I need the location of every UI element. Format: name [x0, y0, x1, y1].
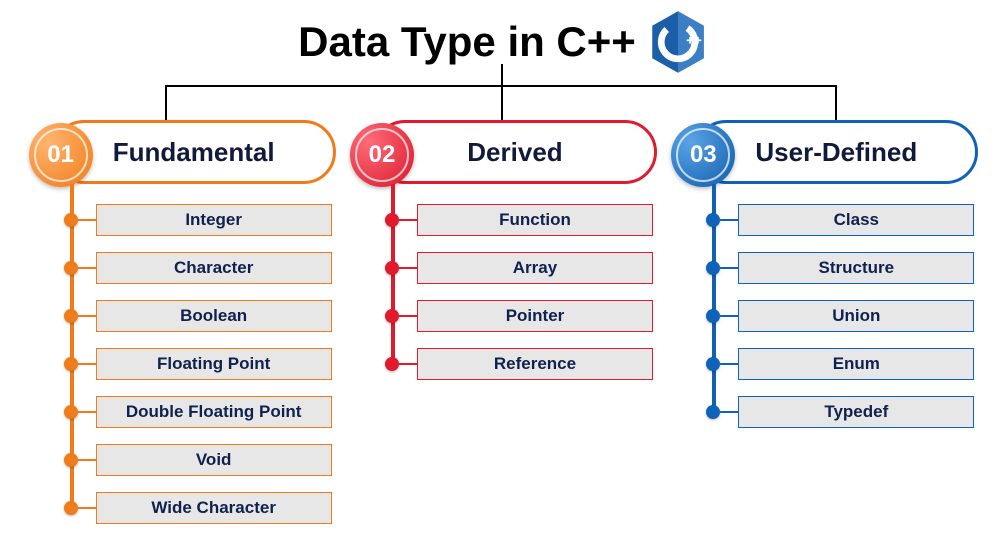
bullet-connector: [399, 219, 417, 221]
connector-line: [835, 85, 837, 125]
list-item: Array: [347, 250, 657, 286]
bullet-connector: [720, 411, 738, 413]
item-label: Floating Point: [96, 348, 332, 380]
item-label: Void: [96, 444, 332, 476]
item-label: Double Floating Point: [96, 396, 332, 428]
item-label: Array: [417, 252, 653, 284]
category-number-badge: 03: [671, 123, 735, 187]
bullet-icon: [64, 213, 78, 227]
list-item: Reference: [347, 346, 657, 382]
columns-container: 01 Fundamental Integer Character Boolean…: [0, 120, 1004, 526]
list-item: Void: [26, 442, 336, 478]
bullet-icon: [64, 405, 78, 419]
bullet-connector: [78, 363, 96, 365]
bullet-connector: [720, 363, 738, 365]
bullet-icon: [385, 309, 399, 323]
item-list: Class Structure Union Enum Typedef: [668, 202, 978, 430]
category-number-badge: 02: [350, 123, 414, 187]
bullet-connector: [78, 315, 96, 317]
list-item: Enum: [668, 346, 978, 382]
list-item: Class: [668, 202, 978, 238]
bullet-icon: [385, 261, 399, 275]
category-derived: 02 Derived Function Array Pointer Refere…: [347, 120, 657, 526]
list-item: Structure: [668, 250, 978, 286]
list-item: Function: [347, 202, 657, 238]
bullet-icon: [64, 357, 78, 371]
list-item: Pointer: [347, 298, 657, 334]
bullet-icon: [64, 501, 78, 515]
bullet-connector: [399, 267, 417, 269]
bullet-connector: [78, 411, 96, 413]
item-label: Reference: [417, 348, 653, 380]
item-label: Union: [738, 300, 974, 332]
item-label: Pointer: [417, 300, 653, 332]
category-pill: 03 User-Defined: [694, 120, 978, 184]
item-label: Structure: [738, 252, 974, 284]
list-item: Union: [668, 298, 978, 334]
item-label: Character: [96, 252, 332, 284]
item-label: Integer: [96, 204, 332, 236]
bullet-icon: [385, 357, 399, 371]
cpp-logo-icon: [650, 10, 706, 74]
bullet-connector: [399, 363, 417, 365]
list-item: Integer: [26, 202, 336, 238]
bullet-connector: [720, 219, 738, 221]
bullet-connector: [78, 267, 96, 269]
item-label: Typedef: [738, 396, 974, 428]
bullet-icon: [385, 213, 399, 227]
bullet-icon: [706, 309, 720, 323]
bullet-icon: [64, 453, 78, 467]
bullet-connector: [78, 459, 96, 461]
connector-line: [501, 64, 503, 86]
connector-line: [501, 85, 503, 125]
bullet-connector: [78, 219, 96, 221]
list-item: Boolean: [26, 298, 336, 334]
item-label: Enum: [738, 348, 974, 380]
bullet-icon: [706, 213, 720, 227]
diagram-title: Data Type in C++: [298, 18, 636, 66]
category-label: Fundamental: [113, 137, 275, 168]
bullet-icon: [64, 309, 78, 323]
item-label: Function: [417, 204, 653, 236]
bullet-icon: [706, 405, 720, 419]
item-label: Boolean: [96, 300, 332, 332]
bullet-connector: [720, 267, 738, 269]
item-label: Wide Character: [96, 492, 332, 524]
category-label: User-Defined: [755, 137, 917, 168]
item-list: Integer Character Boolean Floating Point…: [26, 202, 336, 526]
connector-line: [165, 85, 167, 125]
category-pill: 02 Derived: [373, 120, 657, 184]
bullet-icon: [706, 261, 720, 275]
bullet-connector: [78, 507, 96, 509]
bullet-icon: [64, 261, 78, 275]
bullet-connector: [720, 315, 738, 317]
category-label: Derived: [467, 137, 562, 168]
list-item: Wide Character: [26, 490, 336, 526]
category-number-badge: 01: [29, 123, 93, 187]
bullet-connector: [399, 315, 417, 317]
bullet-icon: [706, 357, 720, 371]
list-item: Double Floating Point: [26, 394, 336, 430]
list-item: Floating Point: [26, 346, 336, 382]
list-item: Character: [26, 250, 336, 286]
category-user-defined: 03 User-Defined Class Structure Union En…: [668, 120, 978, 526]
item-label: Class: [738, 204, 974, 236]
list-item: Typedef: [668, 394, 978, 430]
category-fundamental: 01 Fundamental Integer Character Boolean…: [26, 120, 336, 526]
category-pill: 01 Fundamental: [52, 120, 336, 184]
